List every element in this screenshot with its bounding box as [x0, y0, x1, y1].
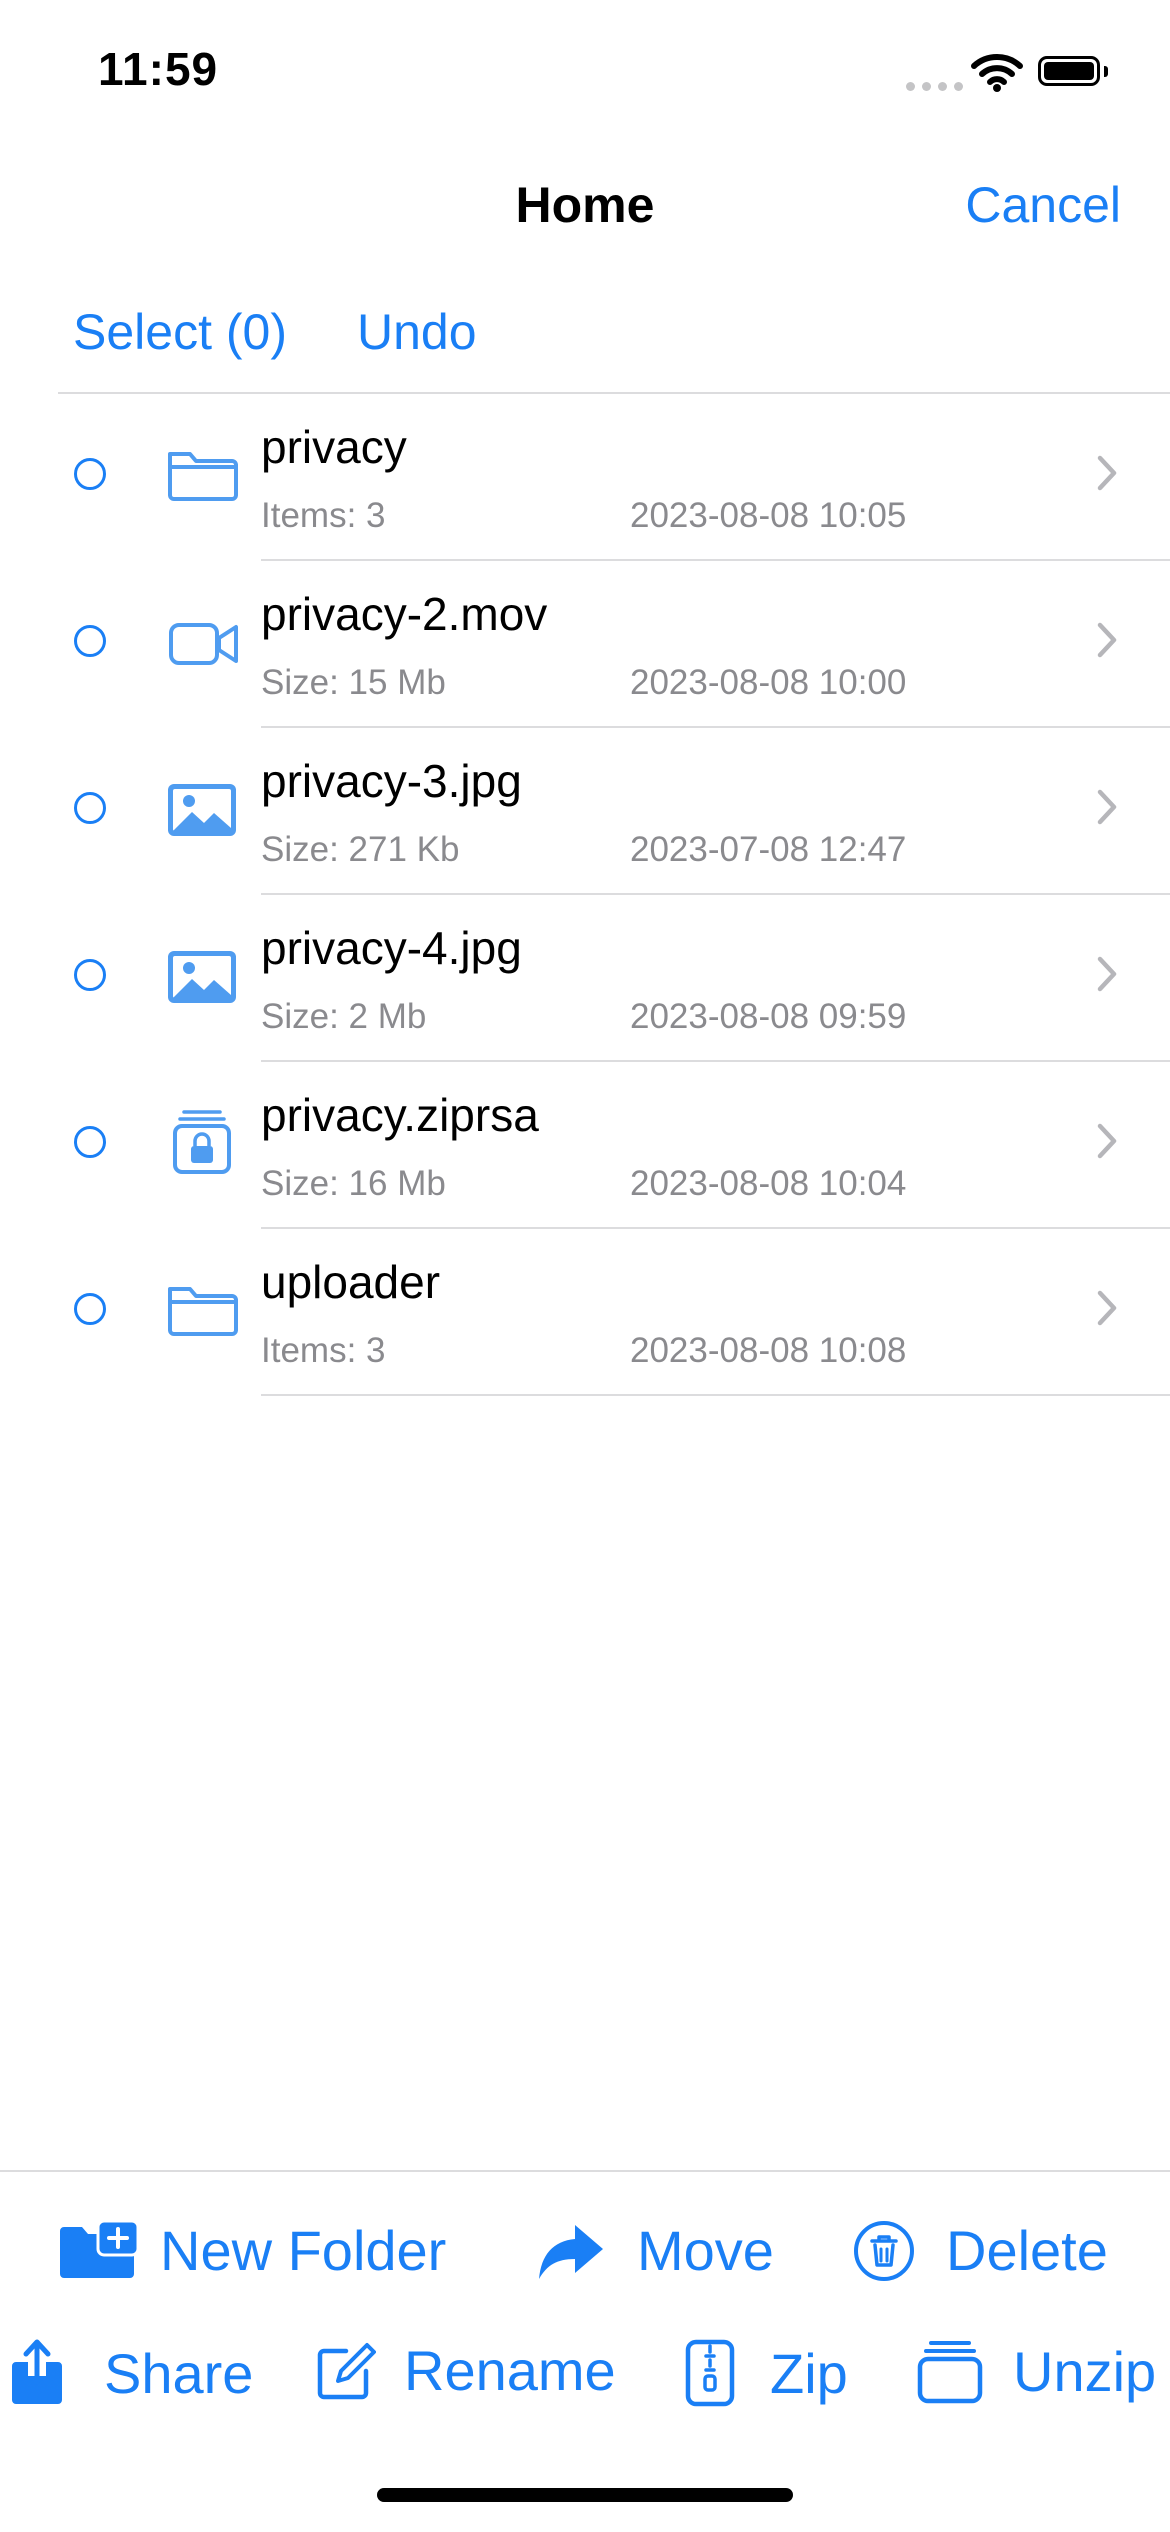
- compose-icon: [317, 2342, 376, 2399]
- file-date: 2023-08-08 09:59: [630, 997, 907, 1036]
- chevron-right-icon: [1097, 956, 1117, 992]
- select-radio[interactable]: [74, 959, 106, 991]
- cellular-signal-icon: [906, 82, 963, 91]
- file-date: 2023-08-08 10:05: [630, 496, 907, 535]
- battery-icon: [1038, 56, 1108, 86]
- row-divider: [261, 1394, 1170, 1396]
- move-button[interactable]: Move: [537, 2218, 774, 2283]
- archive-box-icon: [917, 2341, 983, 2404]
- rename-label: Rename: [404, 2339, 616, 2402]
- file-date: 2023-07-08 12:47: [630, 830, 907, 869]
- zipper-icon: [685, 2339, 735, 2407]
- trash-icon: [854, 2220, 914, 2281]
- delete-button[interactable]: Delete: [852, 2218, 1108, 2283]
- file-name: privacy-4.jpg: [261, 922, 522, 974]
- cancel-button[interactable]: Cancel: [965, 176, 1121, 234]
- select-radio[interactable]: [74, 625, 106, 657]
- encrypted-archive-icon: [173, 1110, 231, 1174]
- toolbar-divider: [0, 2170, 1170, 2172]
- file-name: privacy.ziprsa: [261, 1089, 539, 1141]
- file-meta: Items: 3: [261, 496, 386, 535]
- undo-button[interactable]: Undo: [357, 303, 477, 361]
- home-indicator: [377, 2488, 793, 2502]
- unzip-label: Unzip: [1013, 2339, 1157, 2403]
- chevron-right-icon: [1097, 789, 1117, 825]
- file-date: 2023-08-08 10:00: [630, 663, 907, 702]
- rename-button[interactable]: Rename: [316, 2338, 616, 2403]
- select-radio[interactable]: [74, 1126, 106, 1158]
- chevron-right-icon: [1097, 455, 1117, 491]
- video-icon: [169, 623, 238, 665]
- status-time: 11:59: [98, 43, 219, 95]
- file-name: privacy: [261, 421, 407, 473]
- list-item[interactable]: privacy-3.jpg Size: 271 Kb 2023-07-08 12…: [0, 728, 1170, 895]
- list-item[interactable]: uploader Items: 3 2023-08-08 10:08: [0, 1229, 1170, 1396]
- share-button[interactable]: Share: [8, 2338, 253, 2408]
- chevron-right-icon: [1097, 622, 1117, 658]
- select-radio[interactable]: [74, 1293, 106, 1325]
- select-radio[interactable]: [74, 458, 106, 490]
- file-list: privacy Items: 3 2023-08-08 10:05 privac…: [0, 394, 1170, 1396]
- select-radio[interactable]: [74, 792, 106, 824]
- move-label: Move: [637, 2219, 774, 2282]
- chevron-right-icon: [1097, 1123, 1117, 1159]
- file-meta: Size: 2 Mb: [261, 997, 427, 1036]
- image-icon: [168, 784, 236, 836]
- file-meta: Size: 15 Mb: [261, 663, 446, 702]
- unzip-button[interactable]: Unzip: [917, 2338, 1156, 2404]
- new-folder-label: New Folder: [160, 2219, 447, 2282]
- file-meta: Items: 3: [261, 1331, 386, 1370]
- new-folder-button[interactable]: New Folder: [58, 2218, 446, 2283]
- zip-button[interactable]: Zip: [684, 2338, 848, 2408]
- chevron-right-icon: [1097, 1290, 1117, 1326]
- file-name: privacy-3.jpg: [261, 755, 522, 807]
- file-name: uploader: [261, 1256, 441, 1308]
- file-meta: Size: 16 Mb: [261, 1164, 446, 1203]
- wifi-icon: [971, 54, 1023, 92]
- folder-plus-icon: [60, 2220, 138, 2278]
- list-item[interactable]: privacy-2.mov Size: 15 Mb 2023-08-08 10:…: [0, 561, 1170, 728]
- file-date: 2023-08-08 10:04: [630, 1164, 907, 1203]
- select-button[interactable]: Select (0): [73, 303, 287, 361]
- zip-label: Zip: [770, 2341, 848, 2405]
- folder-icon: [168, 452, 238, 501]
- share-label: Share: [104, 2341, 254, 2405]
- list-item[interactable]: privacy.ziprsa Size: 16 Mb 2023-08-08 10…: [0, 1062, 1170, 1229]
- list-item[interactable]: privacy-4.jpg Size: 2 Mb 2023-08-08 09:5…: [0, 895, 1170, 1062]
- list-item[interactable]: privacy Items: 3 2023-08-08 10:05: [0, 394, 1170, 561]
- arrow-forward-icon: [539, 2224, 603, 2279]
- share-icon: [12, 2339, 62, 2404]
- file-name: privacy-2.mov: [261, 588, 548, 640]
- image-icon: [168, 951, 236, 1003]
- delete-label: Delete: [946, 2219, 1108, 2282]
- file-meta: Size: 271 Kb: [261, 830, 460, 869]
- folder-icon: [168, 1287, 238, 1336]
- file-date: 2023-08-08 10:08: [630, 1331, 907, 1370]
